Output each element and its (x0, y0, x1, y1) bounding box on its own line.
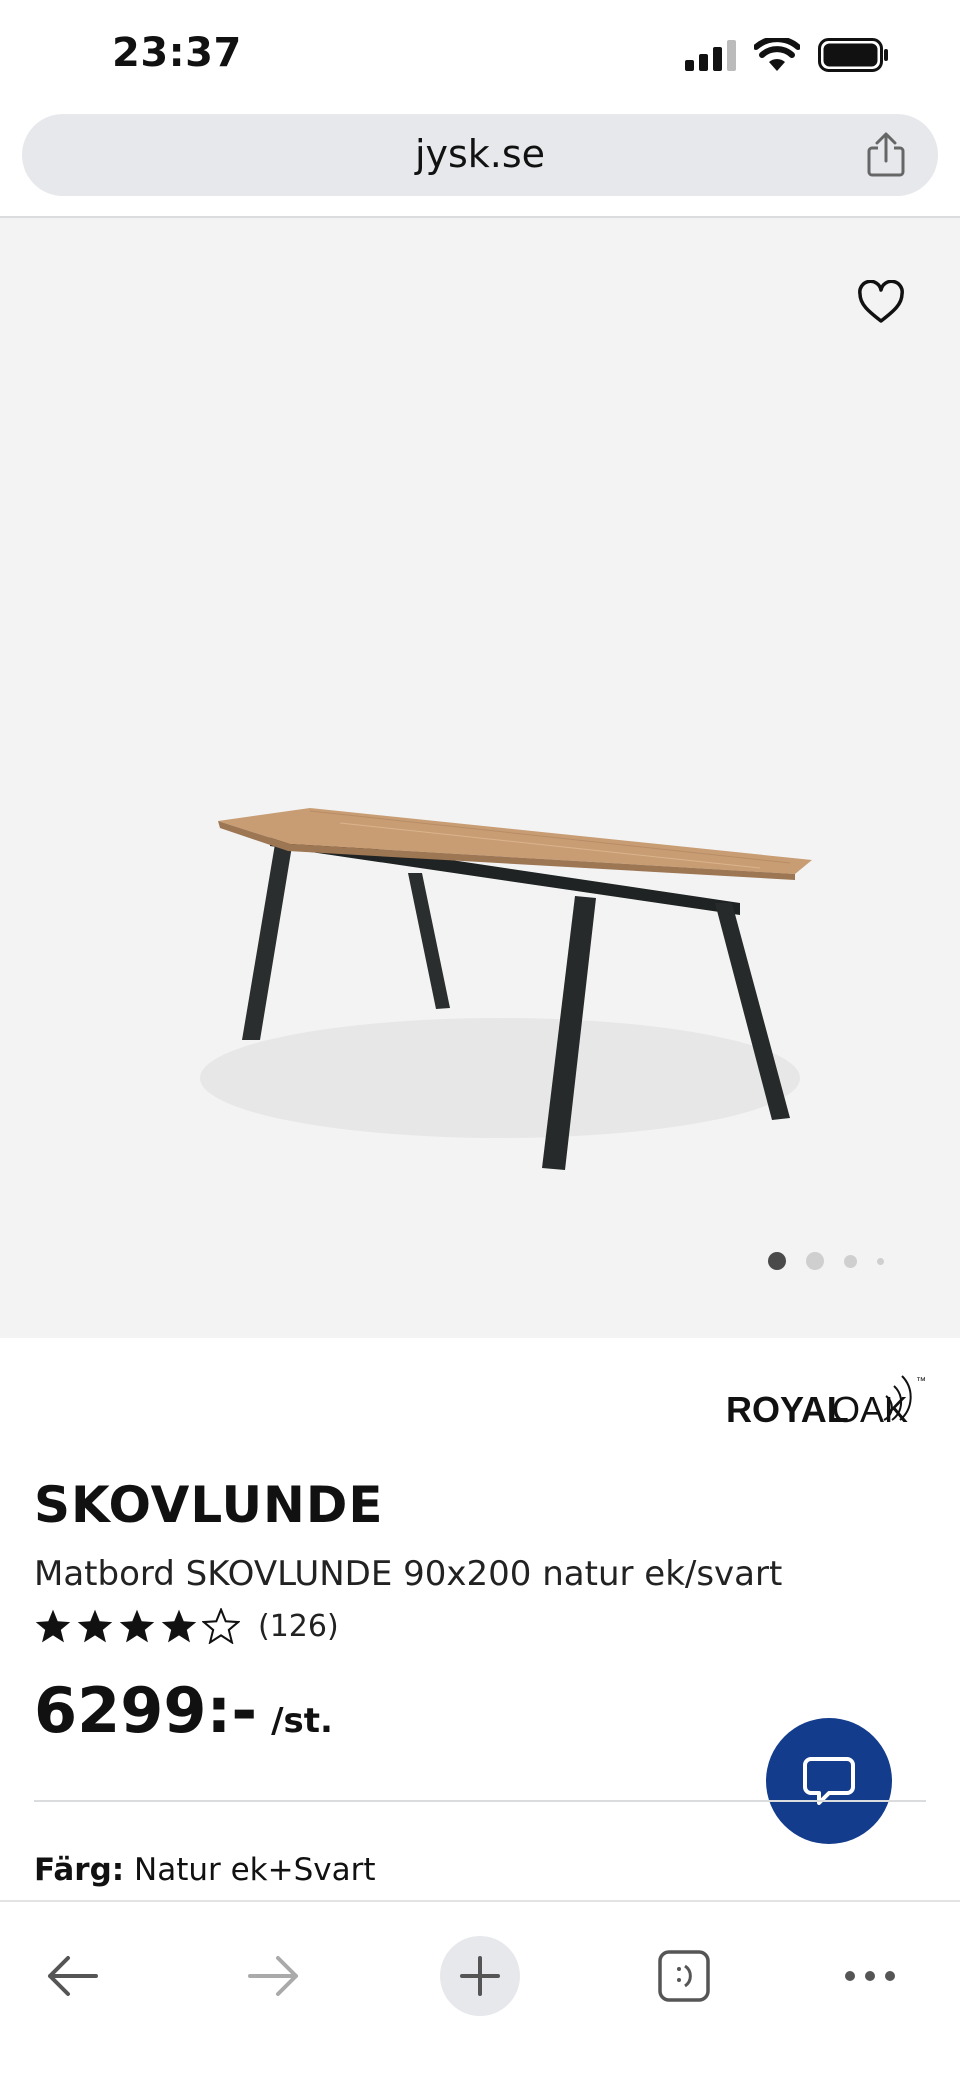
status-time: 23:37 (112, 30, 242, 76)
color-value: Natur ek+Svart (134, 1852, 376, 1888)
wifi-icon (754, 38, 800, 71)
carousel-indicator[interactable] (768, 1252, 884, 1270)
heart-icon[interactable] (856, 280, 906, 326)
carousel-dot[interactable] (768, 1252, 786, 1270)
plus-icon (460, 1956, 500, 1996)
more-button[interactable] (830, 1936, 910, 2016)
star-icon (35, 1609, 71, 1643)
product-title: SKOVLUNDE (34, 1476, 384, 1534)
address-bar[interactable]: jysk.se (22, 114, 938, 196)
star-outline-icon (202, 1608, 240, 1644)
tabs-icon (658, 1950, 710, 2002)
battery-icon (818, 38, 888, 72)
divider (34, 1800, 926, 1802)
svg-text:OAK: OAK (832, 1389, 908, 1430)
arrow-right-icon (248, 1956, 298, 1996)
price-value: 6299:- (34, 1674, 258, 1747)
status-icons (685, 38, 890, 72)
svg-text:™: ™ (916, 1376, 926, 1387)
share-icon[interactable] (864, 132, 908, 178)
star-icon (119, 1609, 155, 1643)
forward-button[interactable] (234, 1936, 314, 2016)
star-icon (77, 1609, 113, 1643)
chat-icon (803, 1757, 855, 1805)
brand-logo: ROYAL OAK ™ (726, 1375, 926, 1430)
price: 6299:- /st. (34, 1674, 333, 1747)
tabs-button[interactable] (644, 1936, 724, 2016)
color-label: Färg: (34, 1852, 125, 1888)
product-description: Matbord SKOVLUNDE 90x200 natur ek/svart (34, 1554, 783, 1594)
status-bar: 23:37 (0, 0, 960, 110)
carousel-dot[interactable] (877, 1257, 884, 1265)
color-selector[interactable]: Färg: Natur ek+Svart (34, 1852, 376, 1888)
cellular-signal-icon (685, 39, 736, 71)
product-rating[interactable]: (126) (34, 1608, 339, 1644)
carousel-dot[interactable] (844, 1254, 857, 1268)
new-tab-button[interactable] (440, 1936, 520, 2016)
product-image-carousel[interactable] (0, 218, 960, 1338)
star-icon (161, 1609, 197, 1643)
svg-text:ROYAL: ROYAL (726, 1389, 849, 1430)
chat-button[interactable] (766, 1718, 892, 1844)
arrow-left-icon (48, 1956, 98, 1996)
back-button[interactable] (32, 1936, 112, 2016)
price-unit: /st. (271, 1701, 333, 1741)
browser-toolbar (0, 1900, 960, 2077)
review-count[interactable]: (126) (258, 1609, 339, 1644)
product-image (200, 808, 812, 1170)
more-icon (845, 1971, 895, 1981)
carousel-dot[interactable] (806, 1252, 824, 1270)
url-text[interactable]: jysk.se (22, 132, 938, 176)
